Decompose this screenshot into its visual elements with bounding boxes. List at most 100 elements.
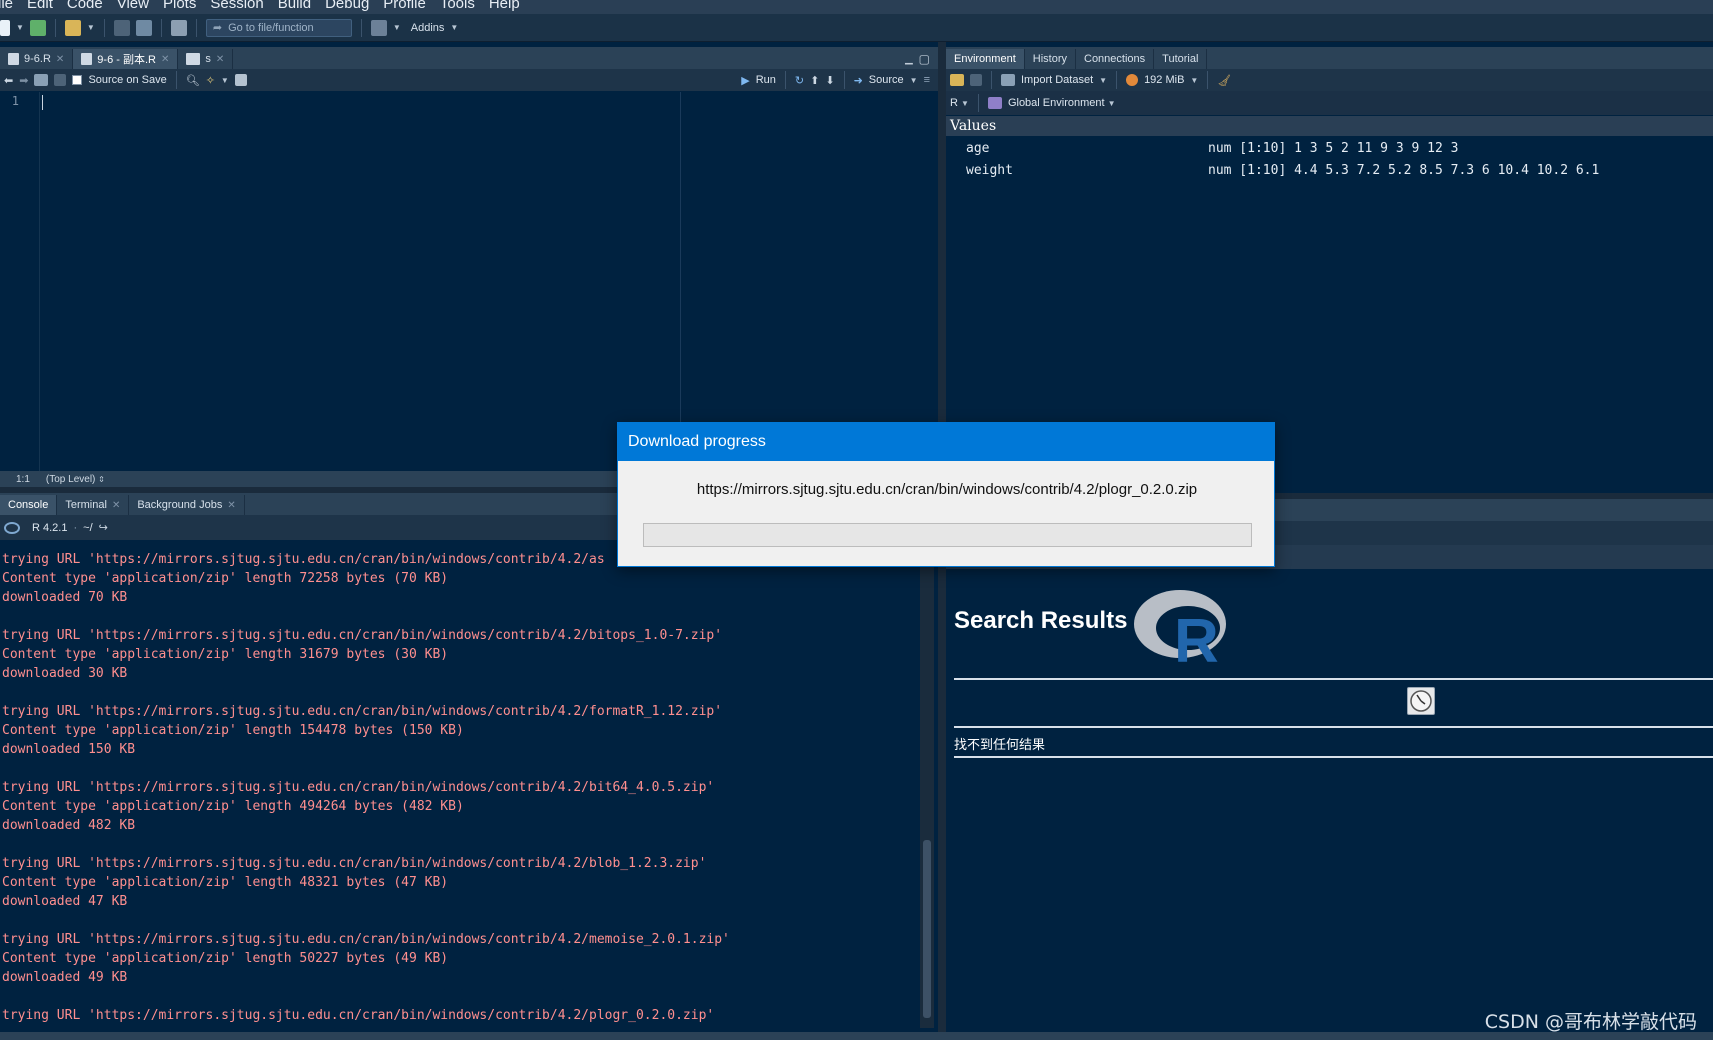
menu-view[interactable]: View bbox=[110, 0, 156, 11]
console-scrollbar[interactable] bbox=[920, 540, 934, 1028]
console-line: trying URL 'https://mirrors.sjtug.sjtu.e… bbox=[2, 780, 715, 795]
up-arrow-icon[interactable]: ⬆ bbox=[810, 74, 819, 87]
save-icon[interactable] bbox=[113, 19, 130, 36]
memory-pie-icon bbox=[1126, 74, 1139, 86]
new-file-icon[interactable] bbox=[0, 19, 10, 36]
tab-tutorial[interactable]: Tutorial bbox=[1154, 49, 1208, 69]
open-file-icon[interactable] bbox=[64, 19, 81, 36]
source-dropdown-icon[interactable]: ▼ bbox=[910, 76, 918, 85]
addins-menu[interactable]: Addins bbox=[411, 22, 445, 34]
back-arrow-icon[interactable]: ⬅ bbox=[4, 74, 13, 87]
tab-console[interactable]: Console bbox=[0, 495, 58, 515]
scrollbar-thumb[interactable] bbox=[923, 840, 931, 1018]
menu-help[interactable]: Help bbox=[482, 0, 527, 11]
menu-build[interactable]: Build bbox=[271, 0, 318, 11]
rerun-icon[interactable]: ↻ bbox=[795, 74, 804, 87]
values-section-header: Values bbox=[946, 116, 1713, 136]
close-icon[interactable]: ✕ bbox=[216, 54, 224, 65]
console-line: Content type 'application/zip' length 72… bbox=[2, 571, 449, 586]
text-cursor bbox=[42, 95, 43, 110]
save-icon[interactable] bbox=[54, 74, 67, 86]
close-icon[interactable]: ✕ bbox=[161, 54, 169, 65]
run-button[interactable]: Run bbox=[756, 74, 776, 86]
margin-line bbox=[680, 92, 681, 471]
console-line: downloaded 150 KB bbox=[2, 742, 136, 757]
env-var-name[interactable]: weight bbox=[966, 163, 1013, 178]
minimize-pane-icon[interactable]: ▁ bbox=[905, 54, 913, 65]
clock-icon bbox=[1407, 687, 1435, 715]
environment-selector[interactable]: Global Environment ▼ bbox=[1008, 97, 1116, 109]
menu-debug[interactable]: Debug bbox=[318, 0, 376, 11]
menu-profile[interactable]: Profile bbox=[376, 0, 433, 11]
forward-arrow-icon[interactable]: ➡ bbox=[19, 74, 28, 87]
down-arrow-icon[interactable]: ⬇ bbox=[825, 74, 834, 87]
open-file-dropdown-icon[interactable]: ▼ bbox=[87, 23, 95, 32]
scope-selector[interactable]: (Top Level) ⇕ bbox=[46, 474, 105, 485]
line-number: 1 bbox=[11, 94, 19, 108]
divider bbox=[954, 726, 1713, 728]
broom-icon[interactable]: 🧹︎ bbox=[1217, 74, 1231, 87]
tab-environment[interactable]: Environment bbox=[946, 49, 1025, 69]
language-selector[interactable]: R ▼ bbox=[950, 97, 969, 109]
editor-gutter: 1 bbox=[0, 92, 40, 471]
save-workspace-icon[interactable] bbox=[970, 74, 982, 86]
console-line: trying URL 'https://mirrors.sjtug.sjtu.e… bbox=[2, 1008, 715, 1023]
close-icon[interactable]: ✕ bbox=[227, 500, 235, 511]
compile-report-icon[interactable] bbox=[234, 74, 247, 86]
memory-dropdown-icon[interactable]: ▼ bbox=[1190, 76, 1198, 85]
console-line: trying URL 'https://mirrors.sjtug.sjtu.e… bbox=[2, 932, 730, 947]
import-dropdown-icon[interactable]: ▼ bbox=[1099, 76, 1107, 85]
source-tab-2[interactable]: 9-6 - 副本.R ✕ bbox=[73, 49, 179, 69]
source-icon[interactable]: ➜ bbox=[854, 74, 863, 87]
load-workspace-icon[interactable] bbox=[950, 74, 964, 86]
close-icon[interactable]: ✕ bbox=[112, 500, 120, 511]
new-file-dropdown-icon[interactable]: ▼ bbox=[16, 23, 24, 32]
search-icon[interactable]: 🔍︎ bbox=[186, 74, 200, 87]
bottom-bar bbox=[0, 1032, 1713, 1040]
menu-tools[interactable]: Tools bbox=[433, 0, 482, 11]
close-icon[interactable]: ✕ bbox=[56, 54, 64, 65]
menu-file[interactable]: ile bbox=[0, 0, 20, 11]
menu-edit[interactable]: Edit bbox=[20, 0, 60, 11]
go-to-directory-icon[interactable]: ↪ bbox=[99, 521, 108, 534]
run-icon[interactable]: ▶ bbox=[741, 74, 749, 87]
new-project-icon[interactable] bbox=[29, 19, 46, 36]
working-directory[interactable]: ~/ bbox=[83, 522, 92, 534]
divider bbox=[954, 678, 1713, 680]
menu-code[interactable]: Code bbox=[60, 0, 110, 11]
dialog-title[interactable]: Download progress bbox=[618, 423, 1274, 461]
grid-layout-icon[interactable] bbox=[370, 19, 387, 36]
layout-dropdown-icon[interactable]: ▼ bbox=[393, 23, 401, 32]
tab-terminal[interactable]: Terminal ✕ bbox=[57, 495, 130, 515]
save-all-icon[interactable] bbox=[135, 19, 152, 36]
tab-connections[interactable]: Connections bbox=[1076, 49, 1155, 69]
code-tools-dropdown-icon[interactable]: ▼ bbox=[221, 76, 229, 85]
source-toolbar: ⬅ ➡ Source on Save 🔍︎ ✧ ▼ ▶ Run ↻ ⬆ ⬇ ➜ … bbox=[0, 69, 938, 91]
cursor-position: 1:1 bbox=[16, 473, 30, 485]
env-var-name[interactable]: age bbox=[966, 141, 989, 156]
show-in-window-icon[interactable] bbox=[34, 74, 49, 86]
outline-icon[interactable]: ≡ bbox=[924, 74, 930, 86]
menu-plots[interactable]: Plots bbox=[156, 0, 203, 11]
goto-file-input[interactable]: ➦ Go to file/function bbox=[205, 18, 352, 37]
source-tab-1[interactable]: 9-6.R ✕ bbox=[0, 49, 74, 69]
tab-background-jobs[interactable]: Background Jobs ✕ bbox=[129, 495, 245, 515]
source-button[interactable]: Source bbox=[869, 74, 904, 86]
source-on-save-checkbox[interactable] bbox=[72, 75, 83, 85]
magic-wand-icon[interactable]: ✧ bbox=[206, 74, 215, 87]
memory-usage[interactable]: 192 MiB bbox=[1144, 74, 1184, 86]
environment-toolbar: Import Dataset ▼ 192 MiB ▼ 🧹︎ bbox=[946, 69, 1713, 91]
editor-area[interactable] bbox=[41, 92, 938, 471]
menu-session[interactable]: Session bbox=[203, 0, 270, 11]
tab-history[interactable]: History bbox=[1024, 49, 1076, 69]
print-icon[interactable] bbox=[170, 19, 187, 36]
import-dataset-button[interactable]: Import Dataset bbox=[1021, 74, 1093, 86]
r-logo: R bbox=[1134, 590, 1226, 664]
tab-label: Environment bbox=[954, 53, 1016, 65]
console-output[interactable]: trying URL 'https://mirrors.sjtug.sjtu.e… bbox=[2, 550, 920, 1025]
source-tab-3[interactable]: s ✕ bbox=[178, 49, 234, 69]
maximize-pane-icon[interactable]: ▢ bbox=[919, 52, 930, 66]
addins-dropdown-icon[interactable]: ▼ bbox=[450, 23, 458, 32]
